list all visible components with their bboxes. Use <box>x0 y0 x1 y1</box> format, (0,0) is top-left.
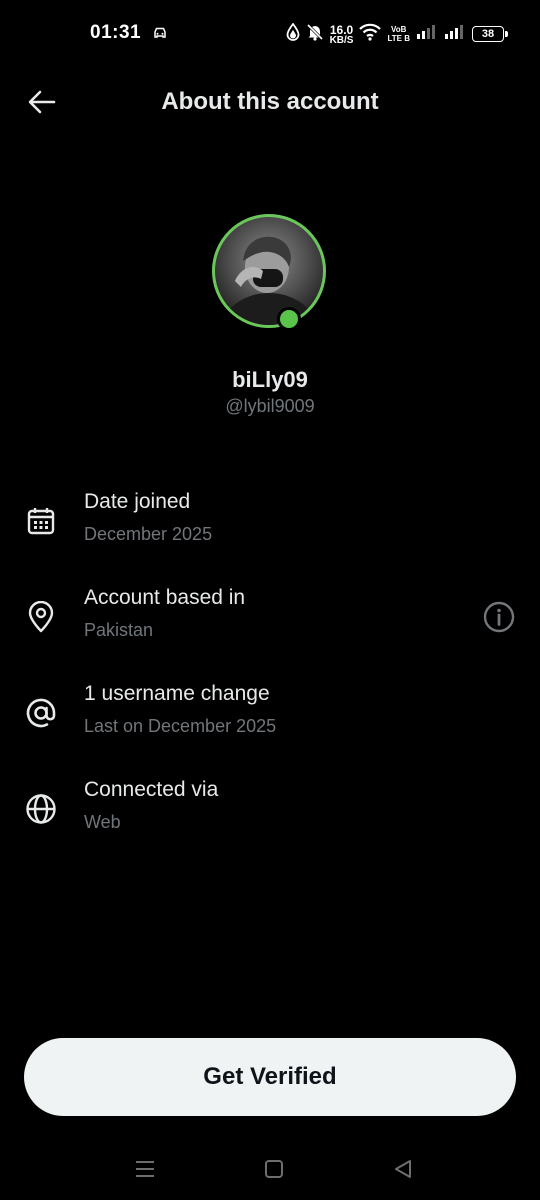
header: About this account <box>0 68 540 136</box>
get-verified-button[interactable]: Get Verified <box>24 1038 516 1116</box>
info-item-connected-via: Connected via Web <box>0 778 540 858</box>
globe-icon <box>24 792 58 826</box>
home-nav-button[interactable] <box>259 1154 289 1184</box>
user-handle: @lybil9009 <box>225 396 315 416</box>
display-name: biLly09 <box>232 367 308 392</box>
system-nav-bar <box>0 1140 540 1200</box>
calendar-icon <box>24 504 58 538</box>
online-status-dot <box>277 307 301 331</box>
info-title: Date joined <box>84 490 191 513</box>
info-subtitle: December 2025 <box>84 524 213 544</box>
data-saver-icon <box>286 22 300 46</box>
info-title: Connected via <box>84 778 219 801</box>
signal-icon-sim1 <box>416 24 438 44</box>
avatar-image <box>212 214 326 328</box>
volte-indicator: VoB LTE B <box>387 25 410 43</box>
info-title: Account based in <box>84 586 246 609</box>
square-icon <box>265 1160 283 1178</box>
at-sign-icon <box>24 696 58 730</box>
info-title: 1 username change <box>84 682 270 705</box>
triangle-back-icon <box>395 1160 411 1178</box>
muted-bell-icon <box>306 23 324 46</box>
info-subtitle: Pakistan <box>84 620 154 640</box>
signal-icon-sim2 <box>444 24 466 44</box>
info-icon[interactable] <box>482 600 516 634</box>
hamburger-icon <box>136 1161 154 1177</box>
location-pin-icon <box>24 600 58 634</box>
wifi-icon <box>359 23 382 46</box>
page-title: About this account <box>161 88 379 115</box>
info-subtitle: Last on December 2025 <box>84 716 277 736</box>
car-icon <box>153 26 167 44</box>
info-item-account-based-in: Account based in Pakistan <box>0 586 540 666</box>
avatar[interactable] <box>212 214 326 328</box>
network-speed: 16.0 KB/S <box>329 22 354 46</box>
info-subtitle: Web <box>84 812 121 832</box>
person-photo-icon <box>220 236 318 325</box>
status-bar: 01:31 16.0 KB/S VoB LTE B 38 <box>0 0 540 68</box>
menu-nav-button[interactable] <box>130 1154 160 1184</box>
status-icons: 16.0 KB/S VoB LTE B 38 <box>286 22 508 46</box>
battery-indicator: 38 <box>472 26 508 42</box>
info-item-username-change: 1 username change Last on December 2025 <box>0 682 540 762</box>
back-nav-button[interactable] <box>388 1154 418 1184</box>
info-item-date-joined: Date joined December 2025 <box>0 490 540 570</box>
status-time: 01:31 <box>90 22 142 43</box>
